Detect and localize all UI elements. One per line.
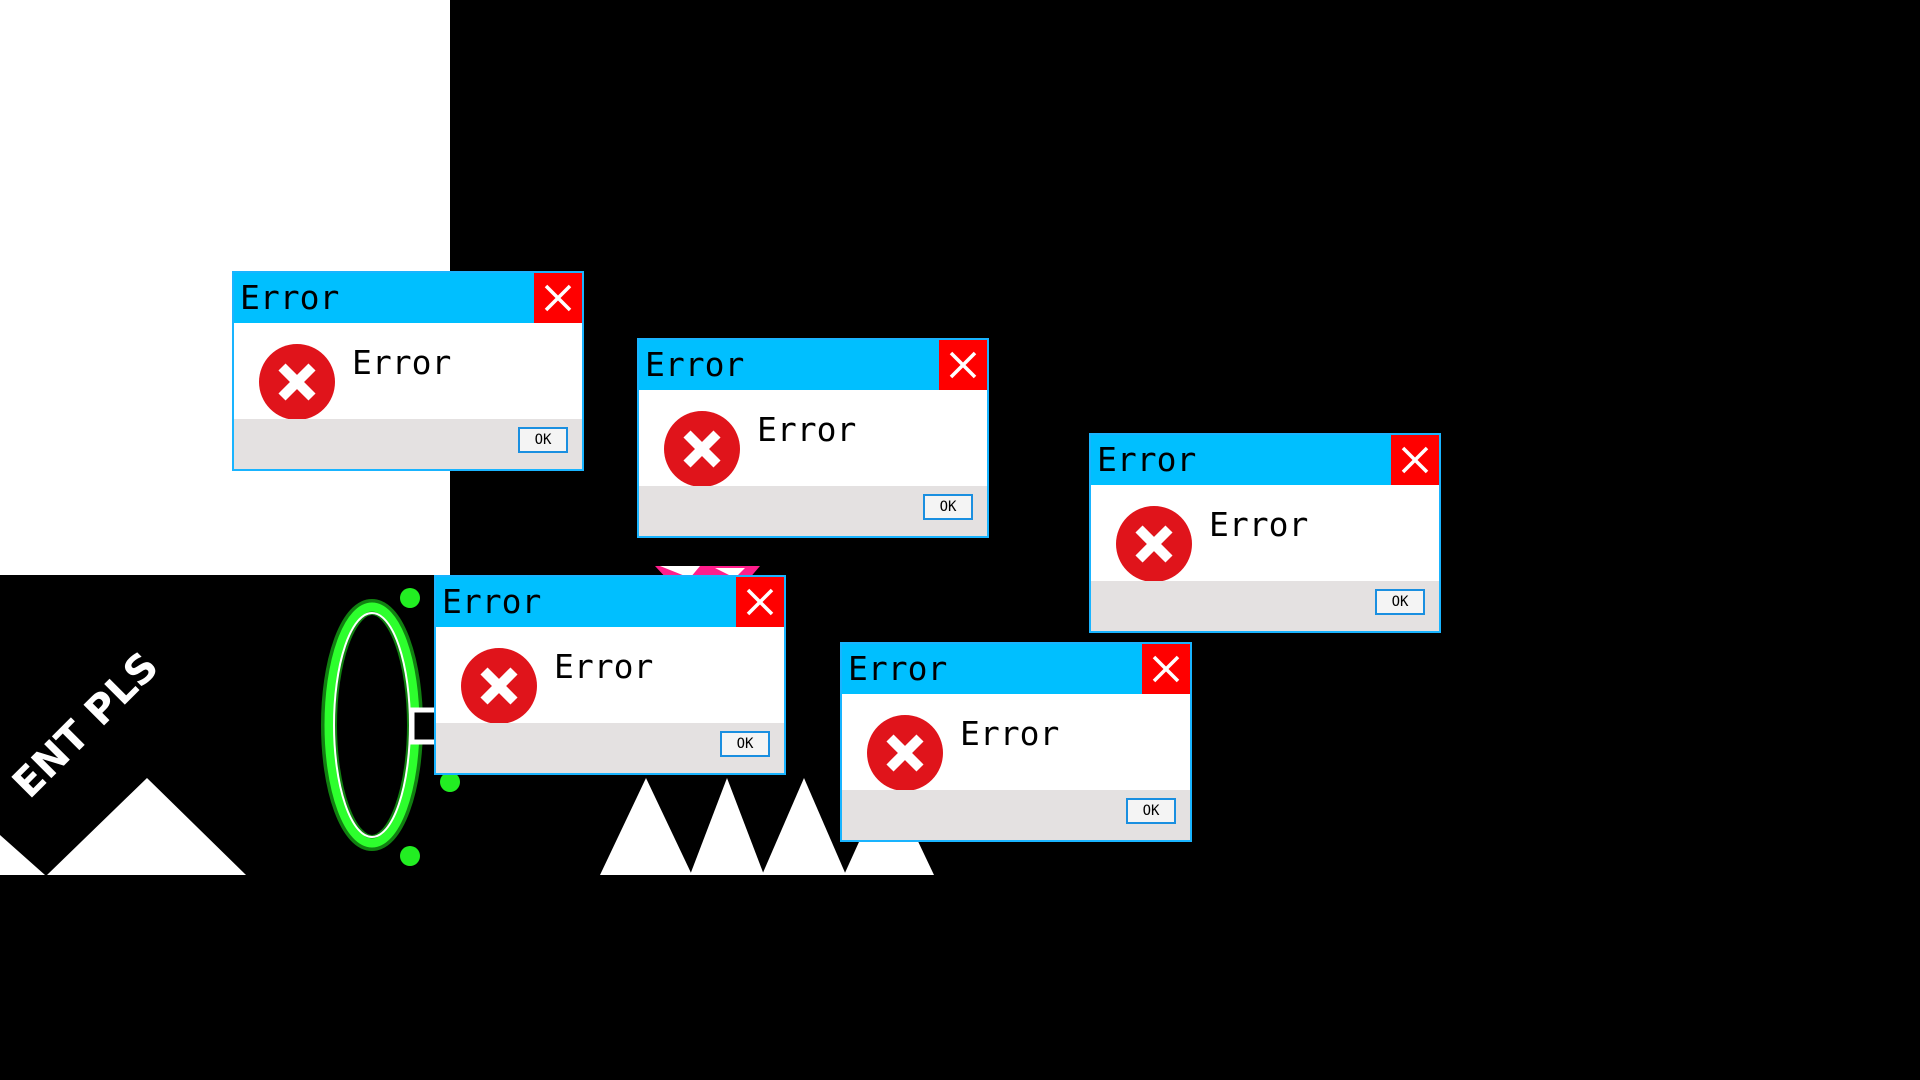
dialog-title: Error: [442, 582, 542, 621]
dialog-title: Error: [1097, 440, 1197, 479]
close-icon: [1401, 446, 1429, 474]
error-x-icon: [461, 648, 537, 724]
error-x-icon: [1116, 506, 1192, 582]
game-scene: ENT PLS: [0, 0, 934, 875]
close-button[interactable]: [939, 340, 987, 390]
dialog-message: Error: [352, 343, 452, 382]
error-dialog: Error Error OK: [434, 575, 786, 775]
close-icon: [544, 284, 572, 312]
close-button[interactable]: [1391, 435, 1439, 485]
dialog-footer: OK: [842, 790, 1190, 840]
dialog-message: Error: [960, 714, 1060, 753]
dialog-footer: OK: [436, 723, 784, 773]
dialog-title: Error: [848, 649, 948, 688]
ok-button[interactable]: OK: [518, 427, 568, 453]
close-button[interactable]: [736, 577, 784, 627]
floor-spike: [762, 778, 846, 875]
floor-spike: [600, 778, 692, 875]
dialog-title: Error: [645, 345, 745, 384]
ok-button[interactable]: OK: [720, 731, 770, 757]
error-x-icon: [867, 715, 943, 791]
dialog-footer: OK: [639, 486, 987, 536]
ok-button[interactable]: OK: [1126, 798, 1176, 824]
dialog-footer: OK: [234, 419, 582, 469]
dialog-titlebar[interactable]: Error: [234, 273, 582, 323]
close-button[interactable]: [534, 273, 582, 323]
dialog-titlebar[interactable]: Error: [639, 340, 987, 390]
error-dialog: Error Error OK: [232, 271, 584, 471]
dialog-title: Error: [240, 278, 340, 317]
dialog-titlebar[interactable]: Error: [842, 644, 1190, 694]
dialog-titlebar[interactable]: Error: [1091, 435, 1439, 485]
ok-button[interactable]: OK: [1375, 589, 1425, 615]
close-button[interactable]: [1142, 644, 1190, 694]
dialog-titlebar[interactable]: Error: [436, 577, 784, 627]
dialog-message: Error: [554, 647, 654, 686]
floor-spike: [690, 778, 764, 875]
error-x-icon: [259, 344, 335, 420]
error-dialog: Error Error OK: [840, 642, 1192, 842]
dialog-footer: OK: [1091, 581, 1439, 631]
close-icon: [949, 351, 977, 379]
error-dialog: Error Error OK: [637, 338, 989, 538]
error-x-icon: [664, 411, 740, 487]
game-stage: ENT PLS Error Error OK Error Error OK Er…: [0, 0, 1920, 1080]
ok-button[interactable]: OK: [923, 494, 973, 520]
dialog-message: Error: [757, 410, 857, 449]
close-icon: [1152, 655, 1180, 683]
close-icon: [746, 588, 774, 616]
dialog-message: Error: [1209, 505, 1309, 544]
error-dialog: Error Error OK: [1089, 433, 1441, 633]
